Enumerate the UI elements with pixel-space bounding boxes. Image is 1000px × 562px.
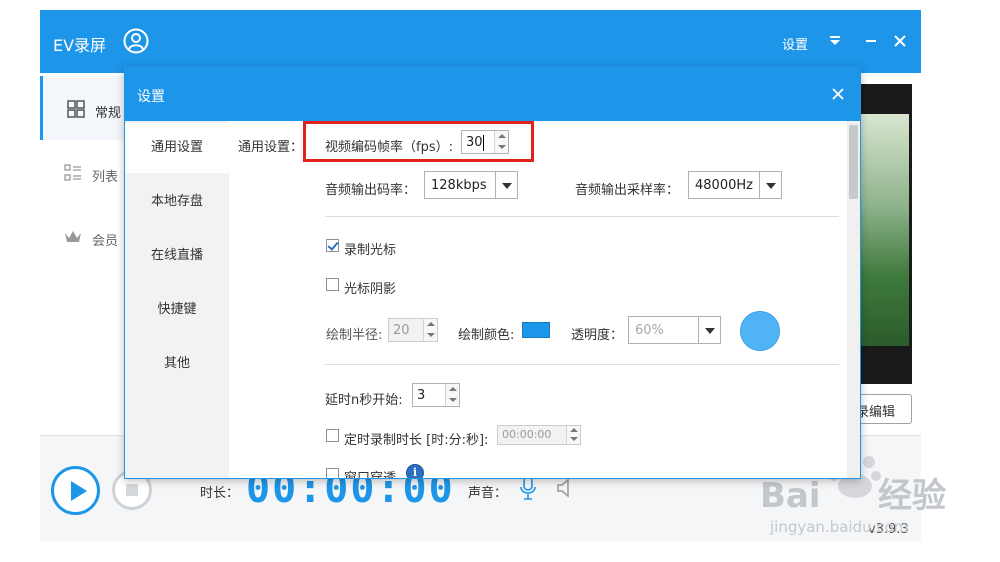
fps-stepper[interactable]: 30: [461, 130, 509, 154]
version-label: v3.9.3: [868, 522, 909, 537]
settings-scrollbar[interactable]: [847, 121, 860, 478]
close-icon[interactable]: [891, 32, 909, 50]
titlebar-settings-link[interactable]: 设置: [782, 34, 808, 53]
stepper-arrows[interactable]: [445, 384, 459, 406]
stepper-arrows[interactable]: [566, 426, 580, 444]
timed-record-value: 00:00:00: [502, 428, 552, 441]
record-cursor-label[interactable]: 录制光标: [344, 239, 396, 258]
nav-hotkeys[interactable]: 快捷键: [125, 285, 229, 335]
chevron-down-icon[interactable]: [759, 172, 781, 198]
cursor-shadow-checkbox[interactable]: [326, 278, 339, 291]
microphone-icon[interactable]: [518, 476, 538, 500]
grid-icon: [67, 100, 85, 118]
text-caret: [483, 135, 484, 151]
scrollbar-thumb[interactable]: [849, 125, 858, 199]
app-titlebar: EV录屏 设置: [40, 10, 921, 73]
audio-samplerate-value: 48000Hz: [695, 178, 753, 193]
draw-radius-stepper[interactable]: 20: [388, 318, 438, 342]
cursor-shadow-label[interactable]: 光标阴影: [344, 278, 396, 297]
dialog-title: 设置: [137, 89, 165, 105]
sidebar-item-label: 列表: [92, 170, 119, 185]
audio-samplerate-label: 音频输出采样率：: [575, 183, 680, 198]
sidebar-item-general[interactable]: 常规: [40, 76, 125, 140]
settings-nav: 通用设置 本地存盘 在线直播 快捷键 其他: [125, 121, 229, 478]
draw-radius-value: 20: [393, 323, 410, 338]
user-account-icon[interactable]: [123, 28, 149, 54]
stepper-arrows[interactable]: [423, 319, 437, 341]
fps-label: 视频编码帧率（fps）:: [325, 140, 453, 155]
opacity-value: 60%: [635, 323, 664, 338]
dropdown-menu-icon[interactable]: [826, 32, 844, 50]
screen-preview: [855, 84, 912, 384]
delay-start-label: 延时n秒开始:: [325, 393, 403, 408]
timed-record-checkbox[interactable]: [326, 429, 339, 442]
sound-label: 声音：: [468, 486, 508, 501]
audio-samplerate-select[interactable]: 48000Hz: [688, 171, 782, 199]
opacity-select[interactable]: 60%: [628, 316, 721, 344]
sidebar-item-member[interactable]: 会员: [40, 204, 125, 268]
window-transparent-label[interactable]: 窗口穿透: [344, 467, 396, 478]
nav-other[interactable]: 其他: [125, 339, 229, 389]
draw-color-label: 绘制颜色:: [458, 328, 515, 343]
audio-bitrate-label: 音频输出码率：: [325, 183, 417, 198]
settings-dialog: 设置 通用设置 本地存盘 在线直播 快捷键 其他 通用设置： 视频编码帧率（fp…: [124, 66, 861, 479]
draw-color-swatch[interactable]: [522, 322, 550, 338]
record-cursor-checkbox[interactable]: [326, 239, 339, 252]
speaker-icon[interactable]: [556, 478, 578, 498]
draw-radius-label: 绘制半径:: [326, 328, 383, 343]
app-sidebar: 常规 列表 会员: [40, 73, 125, 435]
dialog-titlebar: 设置: [125, 67, 860, 121]
window-transparent-checkbox[interactable]: [326, 468, 339, 478]
chevron-down-icon[interactable]: [698, 317, 720, 343]
fps-value[interactable]: 30: [466, 135, 483, 150]
timed-record-label[interactable]: 定时录制时长 [时:分:秒]:: [344, 429, 488, 448]
sidebar-item-list[interactable]: 列表: [40, 140, 125, 204]
list-icon: [64, 164, 81, 181]
opacity-label: 透明度：: [571, 328, 624, 343]
crown-icon: [65, 231, 81, 242]
nav-live-stream[interactable]: 在线直播: [125, 231, 229, 281]
sidebar-item-label: 会员: [92, 234, 119, 249]
timed-record-duration-input[interactable]: 00:00:00: [497, 425, 581, 445]
duration-label: 时长：: [200, 486, 240, 501]
dialog-close-icon[interactable]: [831, 87, 845, 101]
sidebar-item-label: 常规: [95, 106, 122, 121]
divider: [325, 216, 839, 217]
app-title: EV录屏: [53, 36, 107, 55]
cursor-preview-circle: [740, 311, 780, 351]
audio-bitrate-select[interactable]: 128kbps: [424, 171, 518, 199]
nav-general-settings[interactable]: 通用设置: [125, 123, 229, 173]
section-label: 通用设置：: [238, 140, 304, 155]
divider: [325, 364, 839, 365]
chevron-down-icon[interactable]: [495, 172, 517, 198]
delay-start-value[interactable]: 3: [417, 388, 425, 403]
delay-start-stepper[interactable]: 3: [412, 383, 460, 407]
nav-local-storage[interactable]: 本地存盘: [125, 177, 229, 227]
stepper-arrows[interactable]: [494, 131, 508, 153]
minimize-icon[interactable]: [862, 32, 880, 50]
audio-bitrate-value: 128kbps: [431, 178, 487, 193]
info-icon[interactable]: i: [406, 464, 424, 478]
start-record-button[interactable]: [51, 466, 100, 515]
preview-thumbnail: [859, 114, 909, 346]
